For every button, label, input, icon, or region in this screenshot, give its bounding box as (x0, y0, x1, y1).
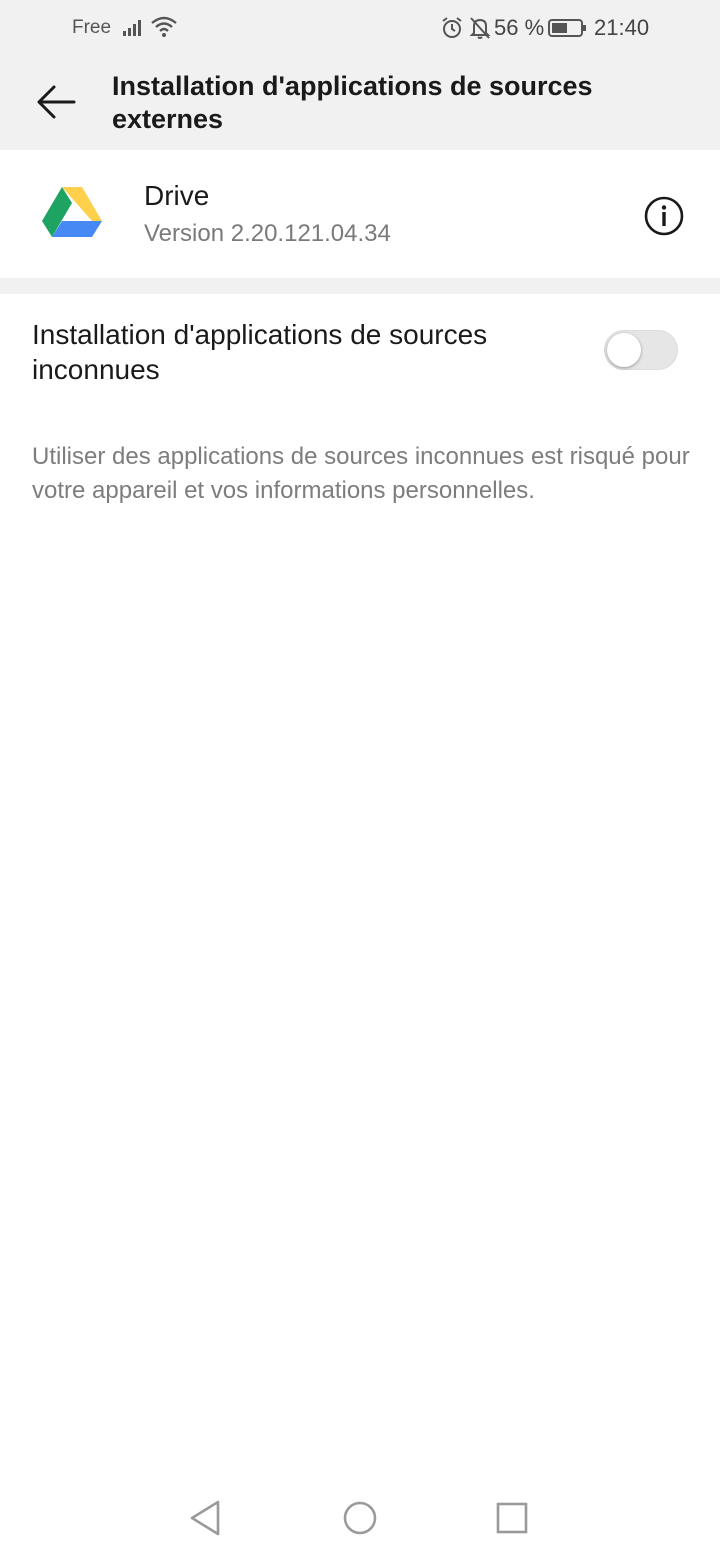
nav-back-icon (190, 1500, 220, 1536)
toggle-knob (607, 333, 641, 367)
wifi-icon (150, 15, 178, 45)
nav-back-button[interactable] (186, 1498, 226, 1538)
status-bar: Free 56 % 21:40 (0, 0, 720, 56)
battery-icon (548, 18, 588, 44)
signal-icon (122, 17, 146, 43)
app-info-button[interactable] (640, 192, 688, 240)
nav-recent-icon (496, 1502, 528, 1534)
section-divider (0, 278, 720, 294)
unknown-sources-toggle[interactable] (604, 330, 678, 370)
nav-home-icon (343, 1501, 377, 1535)
carrier-name: Free (72, 17, 112, 38)
app-info-row (0, 150, 720, 278)
back-button[interactable] (26, 74, 86, 130)
unknown-sources-description: Utiliser des applications de sources inc… (32, 443, 690, 504)
app-name: Drive (144, 180, 210, 211)
nav-home-button[interactable] (340, 1498, 380, 1538)
google-drive-icon (42, 185, 102, 244)
alarm-icon (440, 16, 464, 46)
arrow-left-icon (37, 85, 76, 119)
battery-percent: 56 % (494, 15, 545, 40)
info-icon (644, 196, 684, 236)
unknown-sources-label: Installation d'applications de sources i… (32, 319, 488, 385)
nav-recent-button[interactable] (492, 1498, 532, 1538)
app-version: Version 2.20.121.04.34 (144, 220, 391, 247)
page-title: Installation d'applications de sources e… (112, 71, 593, 134)
notifications-off-icon (468, 15, 492, 47)
clock: 21:40 (594, 15, 650, 40)
